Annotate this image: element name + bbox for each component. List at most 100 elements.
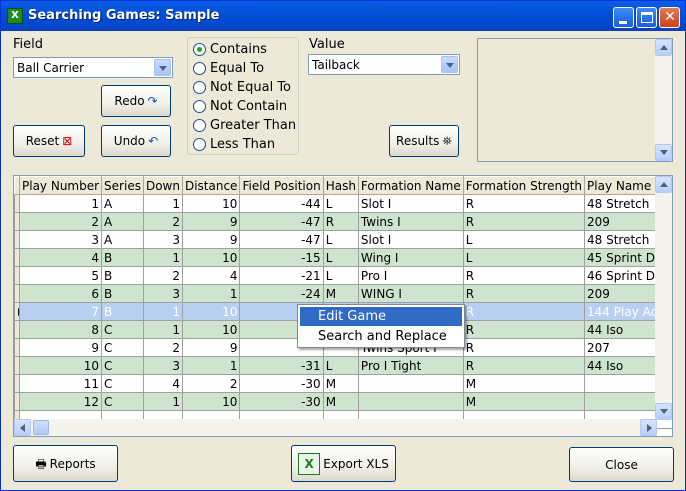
table-cell[interactable]: 9 bbox=[181, 338, 241, 357]
table-cell[interactable]: A bbox=[101, 194, 144, 213]
table-cell[interactable]: A bbox=[101, 212, 144, 231]
undo-button[interactable]: Undo ↶ bbox=[101, 125, 171, 157]
value-select[interactable]: Tailback bbox=[308, 54, 460, 75]
table-cell[interactable] bbox=[357, 392, 464, 411]
table-cell[interactable]: 4 bbox=[181, 266, 241, 285]
table-cell[interactable]: 1 bbox=[181, 356, 241, 375]
table-cell[interactable]: 1 bbox=[18, 194, 103, 213]
table-cell[interactable]: C bbox=[101, 374, 144, 393]
row-indicator[interactable] bbox=[14, 212, 20, 231]
table-cell[interactable]: R bbox=[462, 302, 586, 321]
table-cell[interactable]: 2 bbox=[181, 374, 241, 393]
row-indicator[interactable] bbox=[14, 230, 20, 249]
table-cell[interactable]: C bbox=[101, 392, 144, 411]
table-cell[interactable]: C bbox=[101, 320, 144, 339]
table-cell[interactable]: 7 bbox=[18, 302, 103, 321]
table-cell[interactable]: -21 bbox=[239, 266, 324, 285]
table-cell[interactable]: C bbox=[101, 338, 144, 357]
redo-button[interactable]: Redo ↷ bbox=[101, 85, 171, 117]
table-cell[interactable]: 10 bbox=[181, 320, 241, 339]
close-button[interactable]: Close bbox=[569, 447, 674, 482]
table-cell[interactable]: B bbox=[101, 284, 144, 303]
table-cell[interactable] bbox=[357, 374, 464, 393]
results-button[interactable]: Results ⛯ bbox=[389, 125, 459, 157]
row-indicator[interactable] bbox=[14, 284, 20, 303]
table-cell[interactable]: 3 bbox=[18, 230, 103, 249]
table-cell[interactable]: 2 bbox=[142, 338, 183, 357]
table-cell[interactable]: -31 bbox=[239, 356, 324, 375]
table-cell[interactable]: B bbox=[101, 302, 144, 321]
table-cell[interactable]: 2 bbox=[142, 212, 183, 231]
export-xls-button[interactable]: X Export XLS bbox=[291, 445, 396, 482]
table-cell[interactable]: M bbox=[322, 374, 359, 393]
scroll-up-icon[interactable] bbox=[655, 176, 672, 193]
row-indicator[interactable] bbox=[14, 248, 20, 267]
memo-scrollbar[interactable] bbox=[655, 39, 672, 161]
radio-not-equal-to[interactable]: Not Equal To bbox=[193, 79, 291, 96]
radio-contains[interactable]: Contains bbox=[193, 41, 267, 58]
table-row[interactable]: 12 C 1 10 -30 M M bbox=[14, 392, 672, 411]
table-cell[interactable]: 5 bbox=[18, 266, 103, 285]
table-cell[interactable]: 4 bbox=[142, 374, 183, 393]
table-cell[interactable]: 6 bbox=[18, 284, 103, 303]
maximize-button[interactable] bbox=[636, 7, 657, 28]
grid-vertical-scrollbar[interactable] bbox=[655, 176, 672, 420]
scroll-down-icon[interactable] bbox=[655, 403, 672, 420]
row-indicator[interactable] bbox=[14, 338, 20, 357]
table-cell[interactable]: -30 bbox=[239, 392, 324, 411]
table-cell[interactable]: 2 bbox=[18, 212, 103, 231]
scroll-thumb[interactable] bbox=[33, 420, 49, 435]
chevron-down-icon[interactable] bbox=[154, 59, 171, 76]
table-cell[interactable]: R bbox=[462, 338, 586, 357]
table-cell[interactable]: Pro I Tight bbox=[357, 356, 464, 375]
table-cell[interactable]: 4 bbox=[18, 248, 103, 267]
table-cell[interactable]: 1 bbox=[142, 302, 183, 321]
chevron-down-icon[interactable] bbox=[441, 56, 458, 73]
table-cell[interactable]: 3 bbox=[142, 284, 183, 303]
radio-equal-to[interactable]: Equal To bbox=[193, 60, 264, 77]
table-cell[interactable]: 9 bbox=[181, 212, 241, 231]
row-indicator[interactable] bbox=[14, 374, 20, 393]
table-cell[interactable]: 10 bbox=[181, 392, 241, 411]
column-header[interactable]: Play Number bbox=[18, 176, 103, 195]
table-row[interactable]: 3 A 3 9 -47 L Slot I L 48 Stretch bbox=[14, 230, 672, 249]
table-cell[interactable]: -47 bbox=[239, 230, 324, 249]
scroll-left-icon[interactable] bbox=[14, 419, 31, 436]
table-cell[interactable]: 10 bbox=[181, 248, 241, 267]
column-header[interactable]: Distance bbox=[181, 176, 241, 195]
table-cell[interactable]: R bbox=[462, 266, 586, 285]
table-cell[interactable]: 12 bbox=[18, 392, 103, 411]
table-cell[interactable]: L bbox=[322, 266, 359, 285]
table-cell[interactable]: 1 bbox=[142, 248, 183, 267]
table-cell[interactable]: Twins I bbox=[357, 212, 464, 231]
table-cell[interactable]: M bbox=[462, 392, 586, 411]
field-select[interactable]: Ball Carrier bbox=[13, 57, 173, 78]
radio-not-contain[interactable]: Not Contain bbox=[193, 98, 287, 115]
minimize-button[interactable] bbox=[613, 7, 634, 28]
column-header[interactable]: Field Position bbox=[239, 176, 324, 195]
table-cell[interactable]: -47 bbox=[239, 212, 324, 231]
table-cell[interactable]: L bbox=[322, 248, 359, 267]
row-indicator[interactable] bbox=[14, 194, 20, 213]
table-cell[interactable]: L bbox=[322, 230, 359, 249]
table-cell[interactable]: M bbox=[462, 374, 586, 393]
row-indicator[interactable] bbox=[14, 266, 20, 285]
table-cell[interactable]: 1 bbox=[142, 320, 183, 339]
table-cell[interactable]: 10 bbox=[18, 356, 103, 375]
radio-less-than[interactable]: Less Than bbox=[193, 136, 275, 153]
table-cell[interactable]: 2 bbox=[142, 266, 183, 285]
table-cell[interactable]: L bbox=[462, 248, 586, 267]
row-indicator[interactable] bbox=[14, 302, 20, 321]
table-cell[interactable]: Slot I bbox=[357, 194, 464, 213]
table-cell[interactable]: 3 bbox=[142, 356, 183, 375]
table-cell[interactable]: -30 bbox=[239, 374, 324, 393]
column-header[interactable]: Down bbox=[142, 176, 183, 195]
row-indicator[interactable] bbox=[14, 356, 20, 375]
table-cell[interactable]: L bbox=[322, 194, 359, 213]
table-cell[interactable]: 3 bbox=[142, 230, 183, 249]
menu-item-edit-game[interactable]: Edit Game bbox=[300, 307, 462, 326]
table-row[interactable]: 11 C 4 2 -30 M M bbox=[14, 374, 672, 393]
table-cell[interactable]: Wing I bbox=[357, 248, 464, 267]
table-cell[interactable]: A bbox=[101, 230, 144, 249]
table-cell[interactable]: L bbox=[462, 230, 586, 249]
